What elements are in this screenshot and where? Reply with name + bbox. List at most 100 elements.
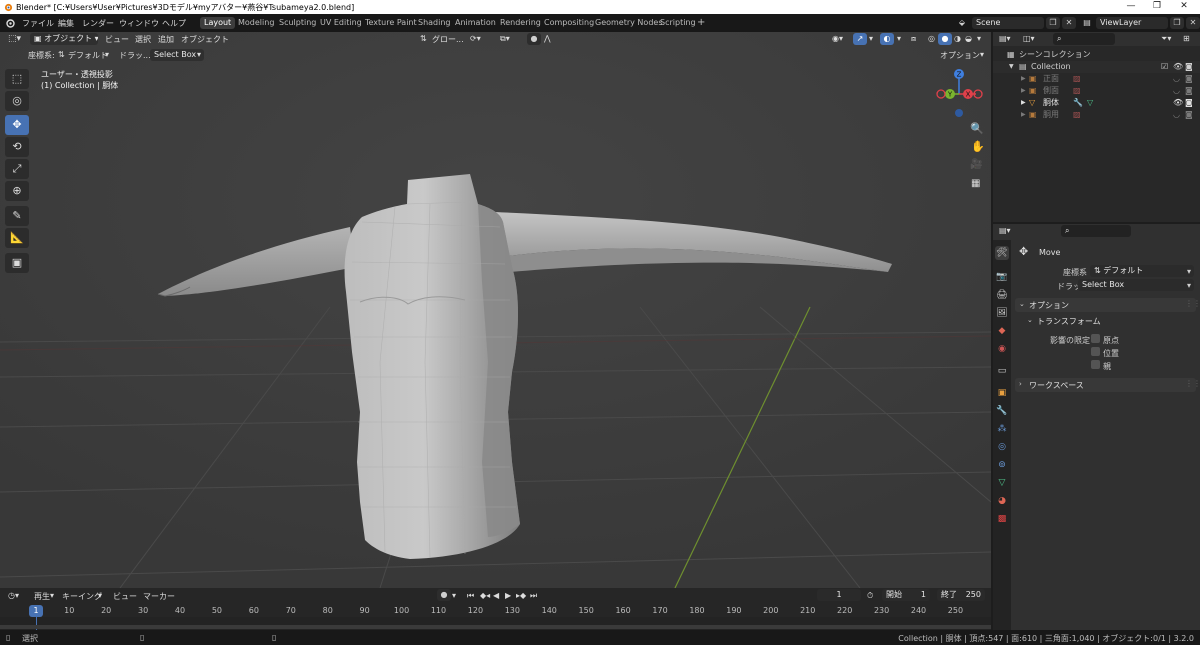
add-cube-tool-icon[interactable]: ▣ (5, 253, 29, 273)
menu-keying[interactable]: キーイング (62, 591, 102, 602)
expand-collection-icon[interactable]: ▼ (1009, 61, 1014, 73)
outliner-row-object[interactable]: ▶ ▽ 胴体 🔧 ▽ 👁 ◙ (993, 97, 1200, 109)
shading-dropdown-icon[interactable]: ▾ (977, 34, 981, 43)
outliner-row-collection[interactable]: ▼ ▤ Collection ☑ 👁 ◙ (993, 61, 1200, 73)
new-collection-icon[interactable]: ⊞ (1183, 34, 1190, 43)
keying-dropdown-icon[interactable]: ▾ (98, 591, 102, 600)
stopwatch-icon[interactable]: ⏱ (867, 591, 873, 601)
collection-tab-icon[interactable]: ▭ (995, 364, 1009, 378)
outliner-row-object[interactable]: ▶ ▣ 胴用 ▨ ◡ ◙ (993, 109, 1200, 121)
constraints-tab-icon[interactable]: ⊚ (995, 458, 1009, 472)
drag-dropdown[interactable]: Select Box (1078, 279, 1194, 291)
end-frame-field[interactable]: 終了 250 (937, 589, 985, 601)
zoom-icon[interactable]: 🔍 (970, 122, 984, 135)
visibility-icon[interactable]: ◉▾ (832, 34, 843, 43)
object-eye-icon[interactable]: 👁 (1173, 97, 1183, 109)
annotate-tool-icon[interactable]: ✎ (5, 206, 29, 226)
orientation-icon[interactable]: ⇅ (420, 34, 427, 43)
delete-viewlayer-icon[interactable]: ✕ (1186, 17, 1200, 29)
scene-icon[interactable]: ⬙ (955, 17, 969, 29)
collection-checkbox-icon[interactable]: ☑ (1161, 61, 1168, 73)
falloff-icon[interactable]: ⋀ (544, 34, 551, 43)
delete-scene-icon[interactable]: ✕ (1062, 17, 1076, 29)
move-tool-icon[interactable]: ✥ (5, 115, 29, 135)
tool-tab-icon[interactable]: 🛠 (995, 246, 1009, 260)
menu-view[interactable]: ビュー (105, 34, 129, 45)
expand-icon[interactable]: ▶ (1021, 109, 1026, 121)
tab-texture-paint[interactable]: Texture Paint (361, 17, 421, 29)
shading-rendered-icon[interactable]: ◒ (965, 34, 972, 43)
jump-end-icon[interactable]: ⏭ (530, 591, 537, 601)
editor-type-icon[interactable]: ⬚▾ (8, 34, 21, 44)
render-tab-icon[interactable]: 📷 (995, 270, 1009, 284)
minimize-icon[interactable]: — (1124, 1, 1138, 11)
filter-icon[interactable]: ⏷▾ (1161, 34, 1171, 44)
collection-camera-icon[interactable]: ◙ (1185, 61, 1193, 73)
menu-render[interactable]: レンダー (82, 18, 114, 29)
outliner-row-object[interactable]: ▶ ▣ 正面 ▨ ◡ ◙ (993, 73, 1200, 85)
mode-selector[interactable]: ▣ オブジェクト ▾ (30, 33, 98, 45)
outliner-editor-icon[interactable]: ▤▾ (999, 34, 1011, 43)
menu-window[interactable]: ウィンドウ (119, 18, 159, 29)
transform-orientation-dropdown[interactable]: グロー... (432, 34, 464, 45)
drag-dropdown-icon[interactable]: ▾ (197, 50, 201, 59)
jump-start-icon[interactable]: ⏮ (467, 591, 474, 601)
menu-object[interactable]: オブジェクト (181, 34, 229, 45)
outliner-search-input[interactable]: ⌕ (1053, 33, 1115, 45)
overlay-dropdown-icon[interactable]: ▾ (897, 34, 901, 43)
affect-locations-checkbox[interactable] (1091, 347, 1100, 356)
tab-rendering[interactable]: Rendering (496, 17, 545, 29)
data-tab-icon[interactable]: ▽ (995, 476, 1009, 490)
orientation-dropdown-icon[interactable]: ▾ (1187, 267, 1191, 276)
output-tab-icon[interactable]: 🖨 (995, 288, 1009, 302)
viewlayer-field[interactable]: ViewLayer (1096, 17, 1168, 29)
tab-sculpting[interactable]: Sculpting (275, 17, 320, 29)
viewport-canvas[interactable] (0, 32, 991, 588)
properties-search-input[interactable]: ⌕ (1061, 225, 1131, 237)
jump-keyframe-back-icon[interactable]: ◆◂ (480, 591, 490, 600)
object-eye-icon[interactable]: ◡ (1173, 85, 1180, 97)
scale-tool-icon[interactable]: ⤢ (5, 159, 29, 179)
timeline-scrollbar[interactable] (0, 625, 991, 629)
gizmo-neg-x[interactable] (936, 89, 946, 99)
orientation-dropdown-icon[interactable]: ▾ (105, 50, 109, 59)
expand-icon[interactable]: ▶ (1021, 85, 1026, 97)
playback-dropdown-icon[interactable]: ▾ (50, 591, 54, 600)
orientation-value[interactable]: デフォルト (68, 50, 108, 61)
object-eye-icon[interactable]: ◡ (1173, 73, 1180, 85)
view-layer-tab-icon[interactable]: 🖼 (995, 306, 1009, 320)
collection-eye-icon[interactable]: 👁 (1173, 61, 1183, 73)
blender-menu-icon[interactable] (5, 18, 15, 28)
object-eye-icon[interactable]: ◡ (1173, 109, 1180, 121)
expand-icon[interactable]: ▶ (1021, 73, 1026, 85)
tab-animation[interactable]: Animation (451, 17, 500, 29)
menu-playback[interactable]: 再生 (34, 591, 50, 602)
timeline-editor-icon[interactable]: ◷▾ (8, 591, 19, 600)
drag-handle-icon[interactable]: ⋮⋮ (1185, 299, 1200, 308)
measure-tool-icon[interactable]: 📐 (5, 228, 29, 248)
record-icon[interactable]: ● (437, 589, 451, 601)
tab-modeling[interactable]: Modeling (234, 17, 278, 29)
proportional-edit-icon[interactable]: ● (527, 33, 541, 45)
shading-wireframe-icon[interactable]: ◎ (928, 34, 935, 43)
tab-uv-editing[interactable]: UV Editing (316, 17, 366, 29)
new-viewlayer-icon[interactable]: ❐ (1170, 17, 1184, 29)
maximize-icon[interactable]: ❐ (1150, 1, 1164, 11)
drag-handle-icon[interactable]: ⋮⋮ (1185, 379, 1200, 388)
current-frame-field[interactable]: 1 (817, 589, 861, 601)
snap-icon[interactable]: ⧉▾ (500, 34, 510, 44)
object-camera-icon[interactable]: ◙ (1185, 109, 1193, 121)
texture-tab-icon[interactable]: ▩ (995, 512, 1009, 526)
perspective-grid-icon[interactable]: ▦ (971, 178, 980, 189)
new-scene-icon[interactable]: ❐ (1046, 17, 1060, 29)
physics-tab-icon[interactable]: ◎ (995, 440, 1009, 454)
properties-editor-icon[interactable]: ▤▾ (999, 226, 1011, 235)
gizmo-toggle-icon[interactable]: ↗ (853, 33, 867, 45)
material-tab-icon[interactable]: ◕ (995, 494, 1009, 508)
shading-material-icon[interactable]: ◑ (954, 34, 961, 43)
object-tab-icon[interactable]: ▣ (995, 386, 1009, 400)
gizmo-dropdown-icon[interactable]: ▾ (869, 34, 873, 43)
menu-select[interactable]: 選択 (135, 34, 151, 45)
modifier-tab-icon[interactable]: 🔧 (995, 404, 1009, 418)
overlay-toggle-icon[interactable]: ◐ (880, 33, 894, 45)
